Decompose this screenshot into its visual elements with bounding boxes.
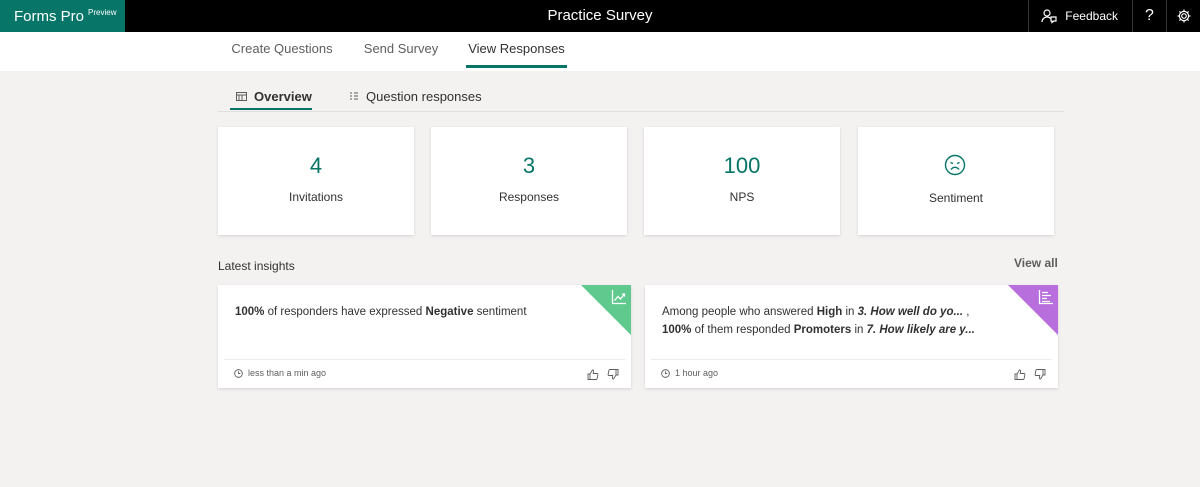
feedback-label: Feedback [1065,9,1118,23]
thumbs-up-icon[interactable] [1014,369,1026,380]
stat-card-nps[interactable]: 100 NPS [644,127,840,235]
timestamp-text: 1 hour ago [675,368,719,378]
insight-corner [581,285,631,335]
clock-icon [234,368,243,378]
stat-label: Sentiment [928,191,984,205]
preview-badge: Preview [88,7,117,17]
subtab-overview-label: Overview [254,88,312,104]
settings-button[interactable] [1166,0,1200,32]
subtab-overview[interactable]: Overview [236,82,312,110]
top-bar: Forms Pro Preview Practice Survey Feedba… [0,0,1200,32]
timestamp-text: less than a min ago [248,368,327,378]
help-icon: ? [1145,7,1154,24]
help-button[interactable]: ? [1132,0,1166,32]
main-tab-bar: Create Questions Send Survey View Respon… [0,32,1200,71]
sub-tab-bar: Overview Question responses [218,82,1064,112]
insight-text: 100% of responders have expressed Negati… [235,303,527,321]
feedback-button[interactable]: Feedback [1028,0,1132,32]
stat-label: Invitations [288,190,344,204]
insight-feedback-actions [1014,369,1046,380]
insight-fragment: sentiment [473,306,527,318]
thumbs-down-icon[interactable] [1034,369,1046,380]
stat-label: Responses [498,190,560,204]
subtab-question-responses[interactable]: Question responses [349,82,482,110]
thumbs-up-icon[interactable] [587,369,599,380]
emphasis-text: Negative [425,306,474,318]
insight-line: 100% of responders have expressed Negati… [235,306,527,318]
insight-line-1: Among people who answered High in 3. How… [662,303,975,321]
stat-label: NPS [729,190,755,204]
top-right-actions: Feedback ? [1028,0,1200,32]
stat-card-responses[interactable]: 3 Responses [431,127,627,235]
insight-line-2: 100% of them responded Promoters in 7. H… [662,321,975,339]
emphasis-text: High [816,306,843,318]
stat-value: 4 [309,153,323,178]
question-reference: 3. How well do yo... [857,306,964,318]
insight-timestamp: 1 hour ago [661,368,718,378]
insight-fragment: , [963,306,970,318]
insight-card-promoters[interactable]: Among people who answered High in 3. How… [645,285,1058,388]
emphasis-text: 100% [235,306,265,318]
insight-text: Among people who answered High in 3. How… [662,303,975,339]
tab-view-responses[interactable]: View Responses [466,32,567,68]
insight-fragment: of responders have expressed [264,306,426,318]
insight-fragment: in [842,306,858,318]
app-brand[interactable]: Forms Pro Preview [0,0,125,32]
active-tab-indicator [466,65,567,68]
thumbs-down-icon[interactable] [607,369,619,380]
insight-feedback-actions [587,369,619,380]
stat-card-invitations[interactable]: 4 Invitations [218,127,414,235]
gear-icon [1177,9,1190,23]
stat-value: 100 [723,153,761,178]
subtab-question-responses-label: Question responses [366,88,482,104]
insight-footer: 1 hour ago [651,359,1052,388]
stat-value: 3 [522,153,536,178]
feedback-icon [1041,9,1057,24]
brand-name: Forms Pro [14,7,85,25]
insight-corner [1008,285,1058,335]
view-all-link[interactable]: View all [1014,256,1058,270]
tab-send-survey[interactable]: Send Survey [360,32,442,68]
survey-title: Practice Survey [547,7,653,24]
sad-face-icon [944,154,966,176]
latest-insights-heading: Latest insights [218,259,295,273]
stat-card-sentiment[interactable]: Sentiment [858,127,1054,235]
active-subtab-indicator [230,108,312,110]
question-responses-icon [350,92,358,100]
insight-fragment: of them responded [691,324,794,336]
insight-fragment: in [851,324,867,336]
overview-icon [236,91,247,101]
insight-fragment: Among people who answered [662,306,817,318]
trend-chart-icon [611,290,626,305]
question-reference: 7. How likely are y... [866,324,975,336]
tab-create-questions[interactable]: Create Questions [226,32,338,68]
insight-footer: less than a min ago [224,359,625,388]
bar-chart-icon [1038,290,1053,305]
insight-card-sentiment[interactable]: 100% of responders have expressed Negati… [218,285,631,388]
emphasis-text: Promoters [793,324,852,336]
emphasis-text: 100% [662,324,692,336]
clock-icon [661,368,670,378]
insight-timestamp: less than a min ago [234,368,326,378]
